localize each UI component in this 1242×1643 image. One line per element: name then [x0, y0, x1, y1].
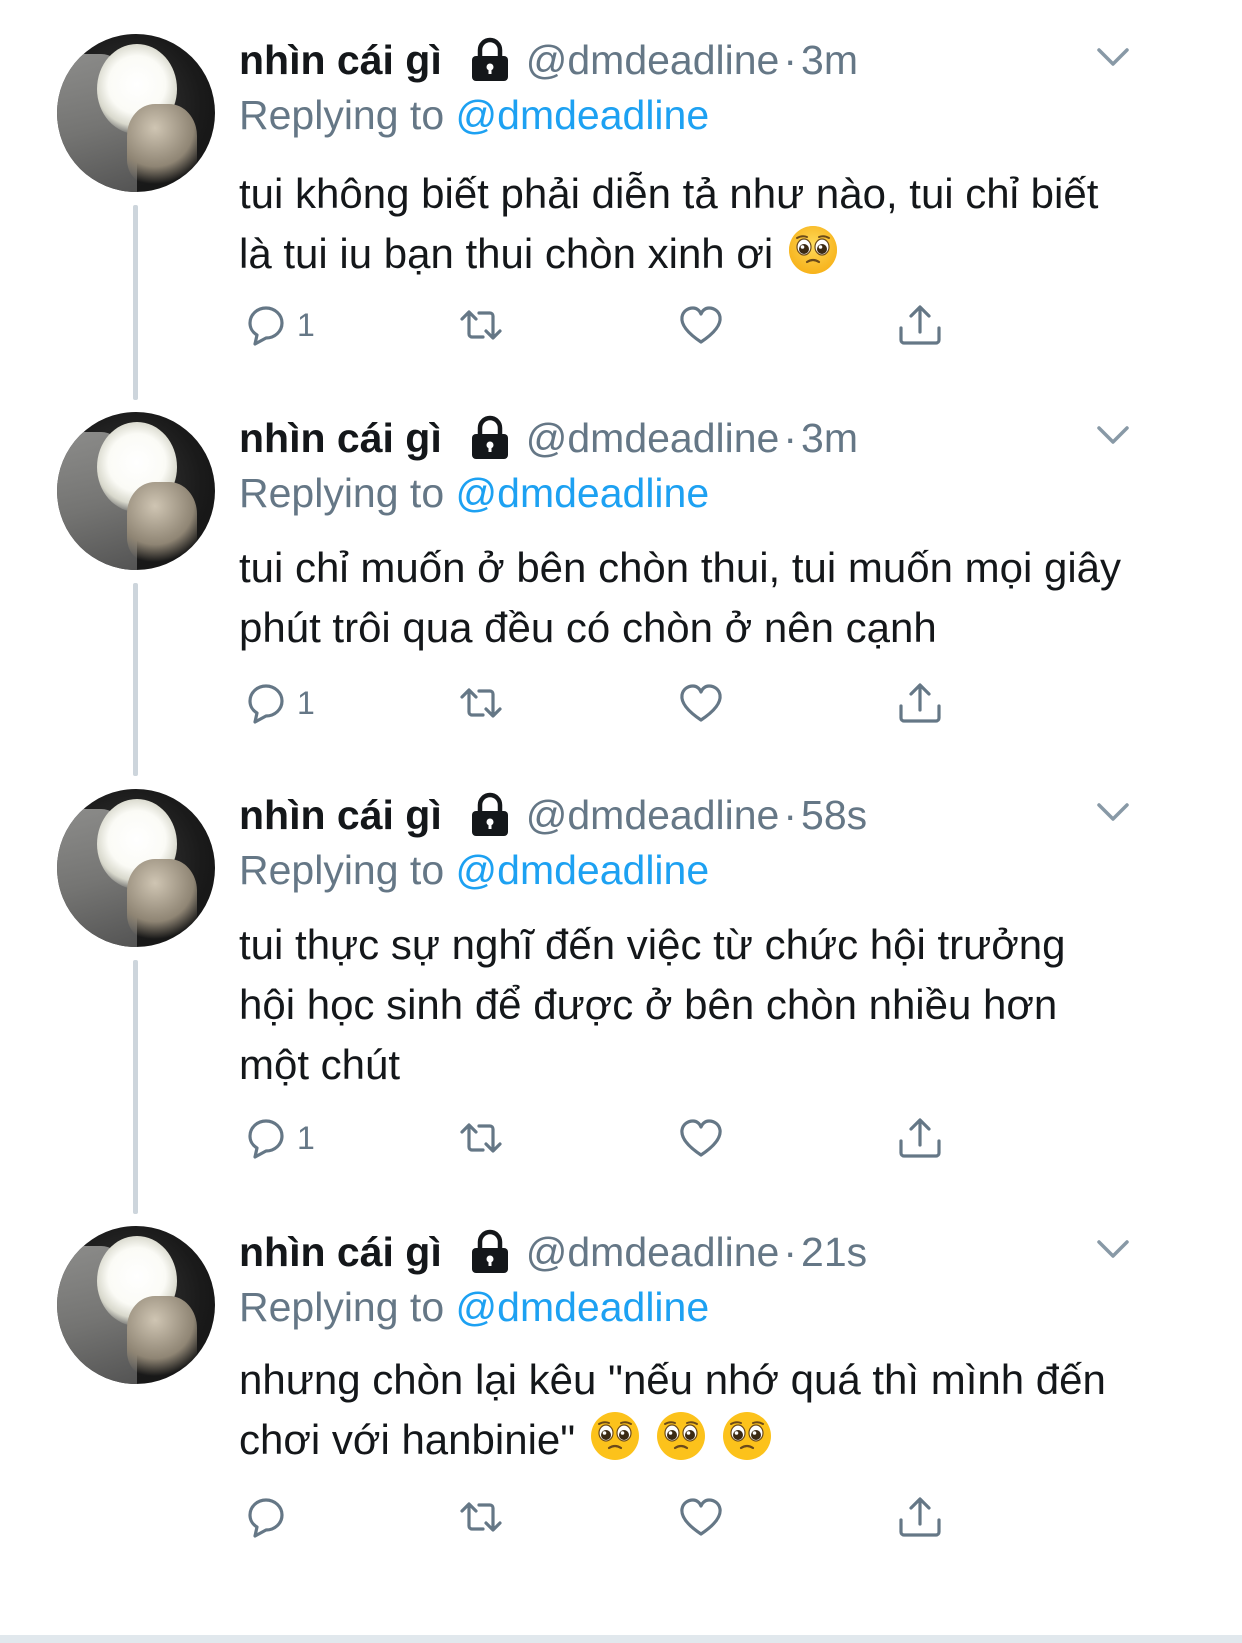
reply-count: 1 — [297, 306, 315, 343]
like-button[interactable] — [678, 675, 724, 731]
user-handle[interactable]: @dmdeadline — [526, 37, 780, 84]
replying-to-label: Replying to — [239, 1284, 445, 1330]
share-icon — [899, 305, 941, 345]
reply-button[interactable] — [243, 1489, 297, 1545]
timestamp[interactable]: 21s — [801, 1229, 867, 1276]
replying-to-line: Replying to @dmdeadline — [239, 470, 709, 517]
tweet-text-body: tui thực sự nghĩ đến việc từ chức hội tr… — [239, 921, 1066, 1088]
tweet-text: tui thực sự nghĩ đến việc từ chức hội tr… — [239, 915, 1089, 1095]
replying-to-line: Replying to @dmdeadline — [239, 92, 709, 139]
retweet-icon — [460, 1123, 502, 1153]
share-button[interactable] — [897, 1489, 943, 1545]
tweet-text-body: tui chỉ muốn ở bên chòn thui, tui muốn m… — [239, 544, 1122, 651]
like-button[interactable] — [678, 1110, 724, 1166]
pleading-face-emoji — [657, 1412, 706, 1460]
reply-button[interactable]: 1 — [243, 1110, 315, 1166]
pleading-face-emoji — [723, 1412, 772, 1460]
share-button[interactable] — [897, 1110, 943, 1166]
tweet-header: nhìn cái gì @dmdeadline · 3m — [239, 32, 858, 88]
retweet-icon — [460, 1502, 502, 1532]
user-handle[interactable]: @dmdeadline — [526, 1229, 780, 1276]
thread-connector-line — [133, 583, 138, 776]
separator-dot: · — [783, 36, 798, 83]
thread-connector-line — [133, 960, 138, 1214]
reply-bubble-icon — [248, 684, 284, 724]
reply-button[interactable]: 1 — [243, 675, 315, 731]
tweet-header: nhìn cái gì @dmdeadline · 21s — [239, 1224, 867, 1280]
retweet-button[interactable] — [458, 1110, 504, 1166]
timestamp[interactable]: 58s — [801, 792, 867, 839]
replying-to-line: Replying to @dmdeadline — [239, 847, 709, 894]
timestamp[interactable]: 3m — [801, 415, 858, 462]
separator-dot: · — [783, 1228, 798, 1275]
lock-icon — [471, 415, 508, 459]
display-name[interactable]: nhìn cái gì — [239, 792, 442, 839]
avatar[interactable] — [57, 412, 215, 570]
replying-to-line: Replying to @dmdeadline — [239, 1284, 709, 1331]
retweet-icon — [460, 688, 502, 718]
separator-dot: · — [783, 791, 798, 838]
share-button[interactable] — [897, 675, 943, 731]
replying-to-mention[interactable]: @dmdeadline — [456, 470, 710, 516]
lock-icon — [471, 1229, 508, 1273]
pleading-face-emoji — [591, 1412, 640, 1460]
display-name[interactable]: nhìn cái gì — [239, 415, 442, 462]
reply-bubble-icon — [248, 1498, 284, 1538]
share-icon — [899, 1118, 941, 1158]
tweet-actions: 1 — [239, 1110, 959, 1166]
share-icon — [899, 683, 941, 723]
avatar[interactable] — [57, 1226, 215, 1384]
display-name[interactable]: nhìn cái gì — [239, 37, 442, 84]
reply-button[interactable]: 1 — [243, 297, 315, 353]
heart-icon — [680, 306, 722, 344]
avatar[interactable] — [57, 789, 215, 947]
replying-to-label: Replying to — [239, 847, 445, 893]
reply-count: 1 — [297, 1119, 315, 1156]
pleading-face-emoji — [789, 226, 838, 274]
retweet-button[interactable] — [458, 297, 504, 353]
tweet-actions: 1 — [239, 675, 959, 731]
tweet-text: nhưng chòn lại kêu "nếu nhớ quá thì mình… — [239, 1350, 1119, 1470]
tweet-text: tui chỉ muốn ở bên chòn thui, tui muốn m… — [239, 538, 1139, 658]
retweet-button[interactable] — [458, 675, 504, 731]
heart-icon — [680, 1119, 722, 1157]
bottom-divider — [0, 1635, 1242, 1643]
share-button[interactable] — [897, 297, 943, 353]
tweet-text: tui không biết phải diễn tả như nào, tui… — [239, 164, 1139, 284]
timestamp[interactable]: 3m — [801, 37, 858, 84]
replying-to-mention[interactable]: @dmdeadline — [456, 1284, 710, 1330]
tweet-header: nhìn cái gì @dmdeadline · 58s — [239, 787, 867, 843]
retweet-button[interactable] — [458, 1489, 504, 1545]
display-name[interactable]: nhìn cái gì — [239, 1229, 442, 1276]
separator-dot: · — [783, 414, 798, 461]
heart-icon — [680, 684, 722, 722]
replying-to-mention[interactable]: @dmdeadline — [456, 92, 710, 138]
chevron-down-icon[interactable] — [1096, 1238, 1130, 1260]
user-handle[interactable]: @dmdeadline — [526, 415, 780, 462]
user-handle[interactable]: @dmdeadline — [526, 792, 780, 839]
chevron-down-icon[interactable] — [1096, 424, 1130, 446]
replying-to-mention[interactable]: @dmdeadline — [456, 847, 710, 893]
replying-to-label: Replying to — [239, 470, 445, 516]
reply-bubble-icon — [248, 1119, 284, 1159]
share-icon — [899, 1497, 941, 1537]
heart-icon — [680, 1498, 722, 1536]
tweet-actions: 1 — [239, 297, 959, 353]
retweet-icon — [460, 310, 502, 340]
tweet-header: nhìn cái gì @dmdeadline · 3m — [239, 410, 858, 466]
like-button[interactable] — [678, 297, 724, 353]
chevron-down-icon[interactable] — [1096, 801, 1130, 823]
lock-icon — [471, 37, 508, 81]
replying-to-label: Replying to — [239, 92, 445, 138]
thread-connector-line — [133, 205, 138, 400]
tweet-actions — [239, 1489, 959, 1545]
reply-count: 1 — [297, 684, 315, 721]
reply-bubble-icon — [248, 306, 284, 346]
avatar[interactable] — [57, 34, 215, 192]
tweet-text-body: tui không biết phải diễn tả như nào, tui… — [239, 170, 1099, 277]
like-button[interactable] — [678, 1489, 724, 1545]
chevron-down-icon[interactable] — [1096, 46, 1130, 68]
lock-icon — [471, 792, 508, 836]
